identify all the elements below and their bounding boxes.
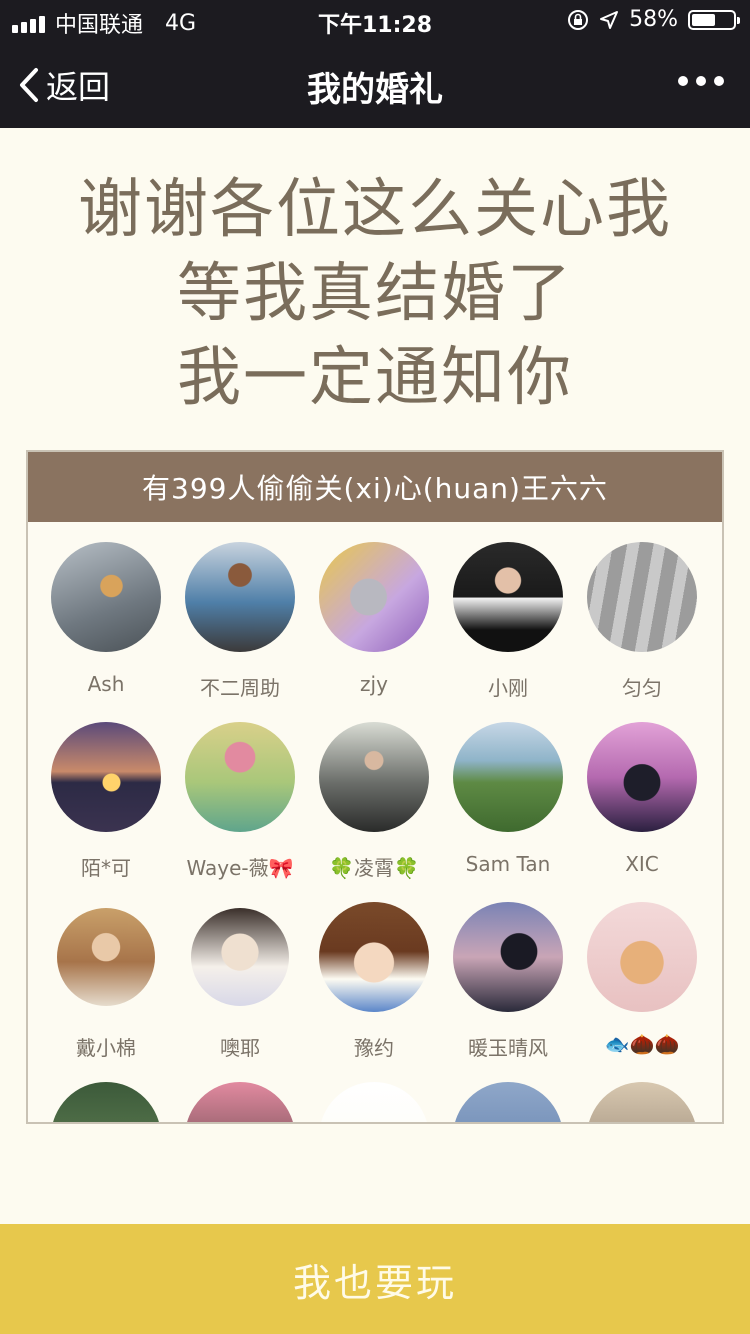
user-name: Sam Tan xyxy=(465,852,551,876)
user-item[interactable]: zjy xyxy=(307,542,441,696)
signal-icon xyxy=(12,13,45,33)
page-title: 我的婚礼 xyxy=(307,70,443,110)
back-button[interactable]: 返回 xyxy=(18,62,110,108)
orientation-lock-icon xyxy=(568,9,589,30)
user-avatar[interactable] xyxy=(185,542,295,652)
battery-percent: 58% xyxy=(629,7,678,32)
user-item[interactable] xyxy=(575,1082,709,1122)
status-left: 中国联通 4G xyxy=(12,7,196,39)
dot-icon xyxy=(714,76,724,86)
user-item[interactable]: 不二周助 xyxy=(173,542,307,701)
location-icon xyxy=(600,10,619,29)
user-name: Waye-薇🎀 xyxy=(186,856,294,880)
user-name: Ash xyxy=(87,672,125,696)
user-item[interactable]: 噢耶 xyxy=(173,902,307,1061)
headline-line-2: 等我真结婚了 xyxy=(177,257,573,331)
user-avatar[interactable] xyxy=(57,908,155,1006)
user-item[interactable]: 匀匀 xyxy=(575,542,709,701)
followers-panel: 有399人偷偷关(xi)心(huan)王六六 Ash 不二周助 zjy 小刚 匀匀陌*可… xyxy=(26,450,724,1124)
user-name: 暖玉晴风 xyxy=(468,1036,548,1060)
nav-bar: 返回 我的婚礼 xyxy=(0,40,750,128)
user-avatar[interactable] xyxy=(587,1082,697,1122)
dot-icon xyxy=(696,76,706,86)
user-name: 不二周助 xyxy=(200,676,280,700)
user-name: 豫约 xyxy=(354,1036,394,1060)
user-avatar[interactable] xyxy=(51,1082,161,1122)
user-avatar[interactable] xyxy=(51,722,161,832)
user-item[interactable] xyxy=(173,1082,307,1122)
user-name: 🍀凌霄🍀 xyxy=(329,856,419,880)
headline-line-1: 谢谢各位这么关心我 xyxy=(78,173,672,247)
battery-icon xyxy=(688,9,740,30)
user-avatar[interactable] xyxy=(185,1082,295,1122)
user-avatar[interactable] xyxy=(453,902,563,1012)
user-avatar[interactable] xyxy=(319,902,429,1012)
user-avatar[interactable] xyxy=(587,542,697,652)
user-item[interactable]: 陌*可 xyxy=(39,722,173,881)
chevron-left-icon xyxy=(20,68,38,102)
user-avatar[interactable] xyxy=(319,722,429,832)
user-avatar[interactable] xyxy=(453,542,563,652)
user-avatar[interactable] xyxy=(319,1082,429,1122)
user-name: zjy xyxy=(360,672,388,696)
more-menu-button[interactable] xyxy=(678,76,724,86)
user-item[interactable]: XIC xyxy=(575,722,709,876)
user-name: 小刚 xyxy=(488,676,528,700)
status-right: 58% xyxy=(567,7,740,32)
user-avatar[interactable] xyxy=(319,542,429,652)
user-item[interactable]: 小刚 xyxy=(441,542,575,701)
user-name: XIC xyxy=(625,852,659,876)
user-name: 戴小棉 xyxy=(76,1036,136,1060)
network-label: 4G xyxy=(165,10,197,36)
status-bar: 中国联通 4G 下午11:28 58% xyxy=(0,0,750,40)
carrier-label: 中国联通 xyxy=(55,13,144,38)
user-item[interactable]: Waye-薇🎀 xyxy=(173,722,307,881)
headline: 谢谢各位这么关心我 等我真结婚了 我一定通知你 xyxy=(0,168,750,420)
user-item[interactable]: 豫约 xyxy=(307,902,441,1061)
panel-header: 有399人偷偷关(xi)心(huan)王六六 xyxy=(28,452,722,522)
user-name: 匀匀 xyxy=(622,676,662,700)
user-avatar[interactable] xyxy=(587,902,697,1012)
user-avatar[interactable] xyxy=(453,1082,563,1122)
user-item[interactable] xyxy=(39,1082,173,1122)
user-item[interactable] xyxy=(307,1082,441,1122)
headline-line-3: 我一定通知你 xyxy=(177,341,573,415)
user-name: 陌*可 xyxy=(81,856,131,880)
user-item[interactable]: 🍀凌霄🍀 xyxy=(307,722,441,881)
user-avatar[interactable] xyxy=(453,722,563,832)
user-avatar[interactable] xyxy=(587,722,697,832)
user-avatar[interactable] xyxy=(185,722,295,832)
dot-icon xyxy=(678,76,688,86)
user-item[interactable]: 🐟🌰🌰 xyxy=(575,902,709,1056)
user-item[interactable]: 暖玉晴风 xyxy=(441,902,575,1061)
user-name: 🐟🌰🌰 xyxy=(604,1032,680,1056)
user-item[interactable]: Sam Tan xyxy=(441,722,575,876)
user-avatar[interactable] xyxy=(191,908,289,1006)
user-item[interactable]: 戴小棉 xyxy=(39,902,173,1061)
user-item[interactable] xyxy=(441,1082,575,1122)
user-item[interactable]: Ash xyxy=(39,542,173,696)
play-button[interactable]: 我也要玩 xyxy=(0,1224,750,1334)
user-name: 噢耶 xyxy=(220,1036,260,1060)
back-label: 返回 xyxy=(46,68,111,106)
user-avatar[interactable] xyxy=(51,542,161,652)
